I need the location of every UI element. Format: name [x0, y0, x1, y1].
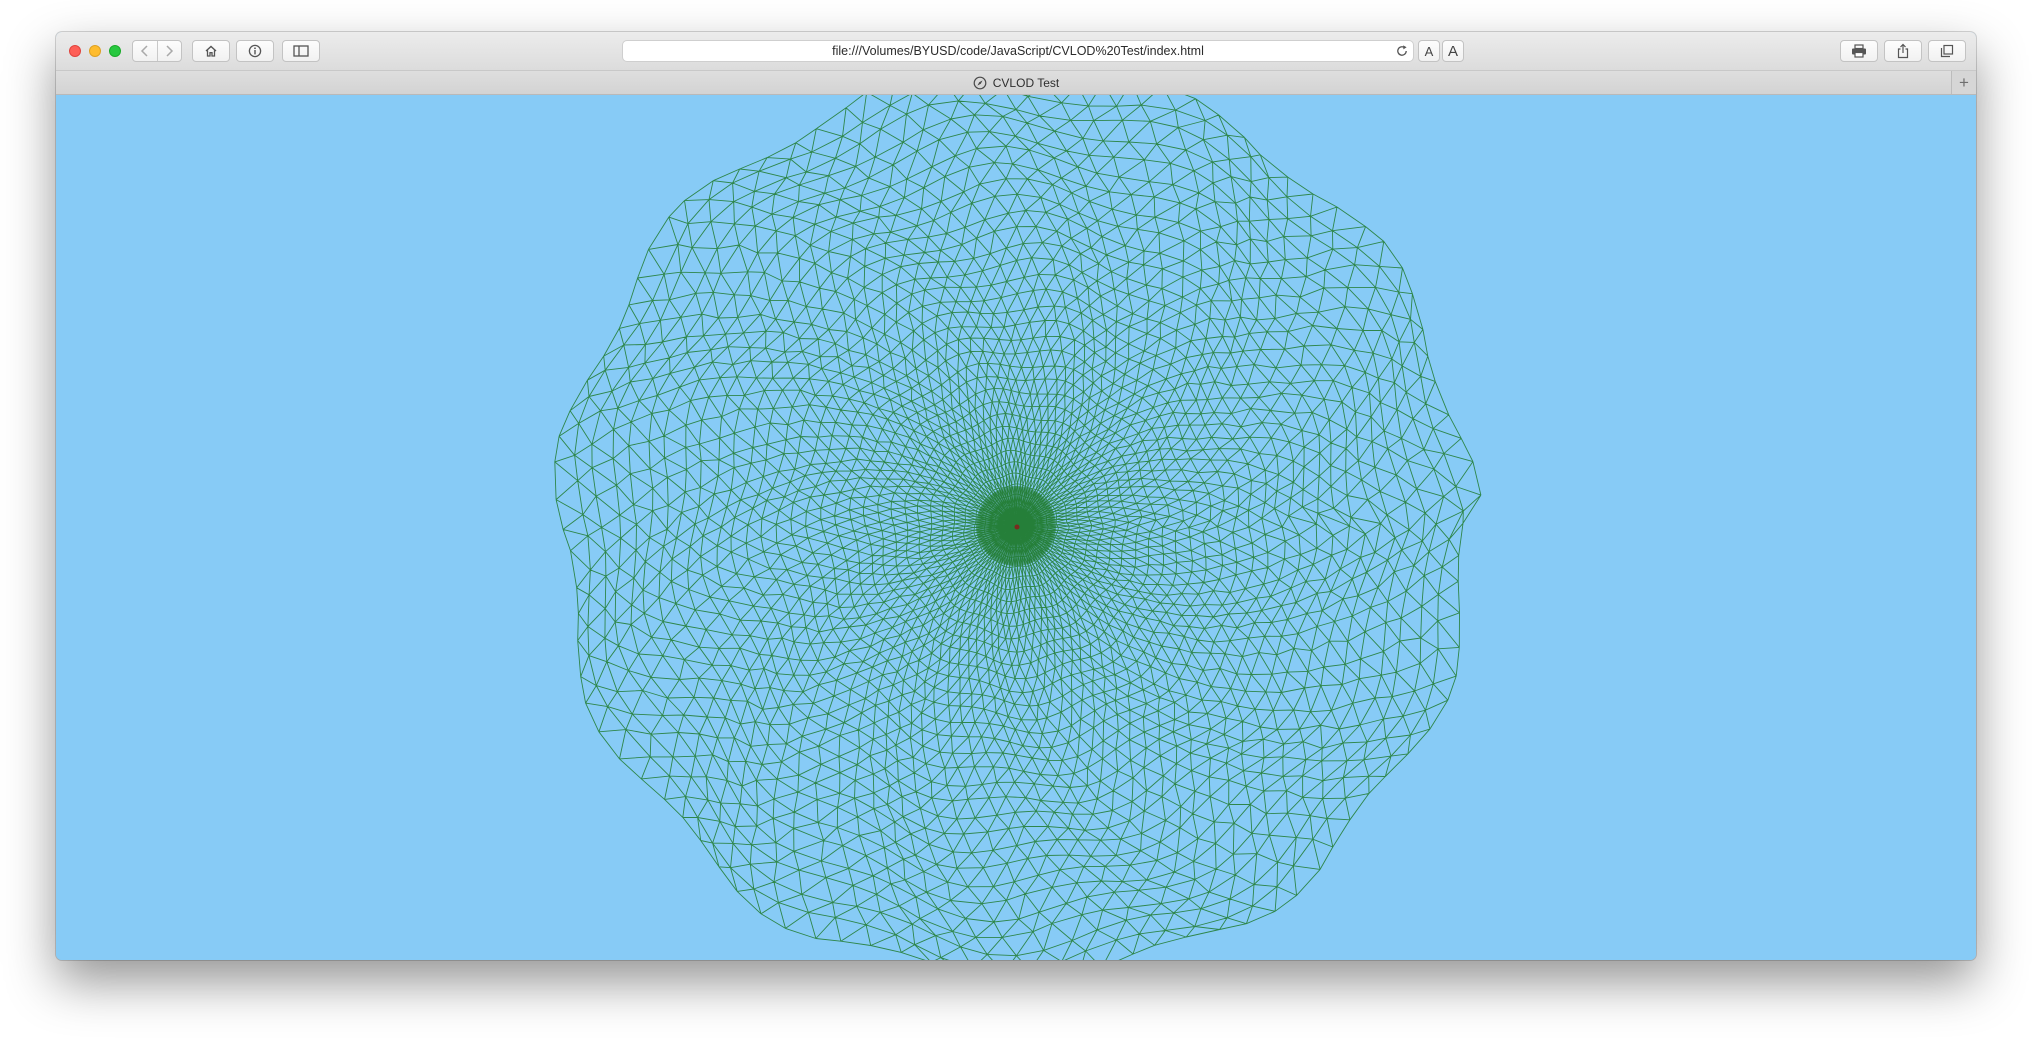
- new-tab-button[interactable]: +: [1951, 71, 1976, 94]
- share-icon: [1897, 43, 1909, 59]
- tab-active[interactable]: CVLOD Test: [56, 71, 1976, 94]
- close-window-button[interactable]: [69, 45, 81, 57]
- address-bar[interactable]: file:///Volumes/BYUSD/code/JavaScript/CV…: [622, 40, 1414, 62]
- wireframe-mesh-canvas[interactable]: [56, 95, 1976, 960]
- font-larger-button[interactable]: A: [1442, 40, 1464, 62]
- sidebar-button[interactable]: [282, 40, 320, 62]
- back-button[interactable]: [133, 41, 157, 61]
- printer-icon: [1852, 44, 1866, 58]
- share-button[interactable]: [1884, 40, 1922, 62]
- minimize-window-button[interactable]: [89, 45, 101, 57]
- browser-window: file:///Volumes/BYUSD/code/JavaScript/CV…: [56, 32, 1976, 960]
- tab-bar: CVLOD Test +: [56, 71, 1976, 95]
- chevron-left-icon: [140, 45, 148, 57]
- forward-button[interactable]: [158, 41, 182, 61]
- home-button[interactable]: [192, 40, 230, 62]
- back-forward-group: [132, 40, 182, 62]
- tabs-overview-icon: [1940, 44, 1954, 58]
- sidebar-icon: [293, 45, 309, 57]
- address-text: file:///Volumes/BYUSD/code/JavaScript/CV…: [832, 44, 1204, 58]
- web-content: [56, 95, 1976, 960]
- home-icon: [205, 45, 217, 57]
- font-smaller-button[interactable]: A: [1418, 40, 1440, 62]
- browser-toolbar: file:///Volumes/BYUSD/code/JavaScript/CV…: [56, 32, 1976, 71]
- compass-icon: [973, 76, 987, 89]
- info-icon: [248, 44, 262, 58]
- tab-title: CVLOD Test: [992, 75, 1060, 90]
- print-button[interactable]: [1840, 40, 1878, 62]
- show-all-tabs-button[interactable]: [1928, 40, 1966, 62]
- info-button[interactable]: [236, 40, 274, 62]
- reload-icon[interactable]: [1395, 44, 1409, 58]
- zoom-window-button[interactable]: [109, 45, 121, 57]
- chevron-right-icon: [166, 45, 174, 57]
- mesh-center-point: [1014, 524, 1020, 530]
